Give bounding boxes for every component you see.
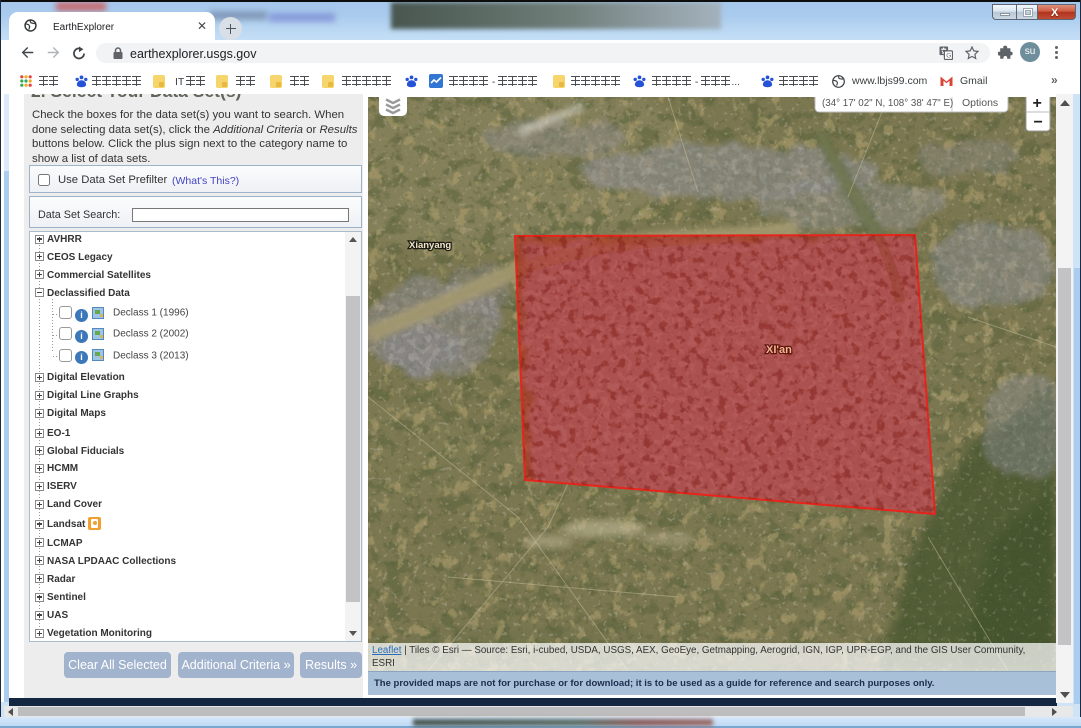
svg-text:G: G [946, 53, 951, 60]
svg-text:(34° 17' 02" N, 108° 38' 47" E: (34° 17' 02" N, 108° 38' 47" E) [822, 98, 953, 109]
svg-text:XI'an: XI'an [766, 344, 792, 356]
svg-text:+: + [1033, 97, 1042, 112]
svg-text:Options: Options [962, 97, 998, 109]
svg-text:Xianyang: Xianyang [409, 240, 451, 251]
svg-text:−: − [1034, 114, 1043, 131]
